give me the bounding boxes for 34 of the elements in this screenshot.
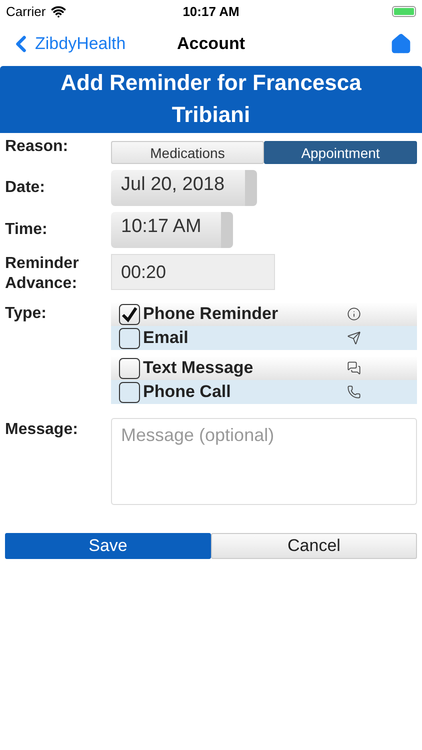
home-icon[interactable] <box>390 33 412 55</box>
send-icon <box>347 331 361 345</box>
field-label: Reason: <box>5 137 70 157</box>
field-label: Reminder Advance: <box>5 254 80 294</box>
option-row[interactable]: Phone Reminder <box>111 302 417 326</box>
field-label: Type: <box>5 304 48 324</box>
battery-icon <box>392 6 416 16</box>
date-picker[interactable]: Jul 20, 2018 <box>111 170 257 206</box>
time-picker[interactable]: 10:17 AM <box>111 212 233 248</box>
chat-icon <box>347 361 361 375</box>
carrier-label: Carrier <box>6 4 46 18</box>
field-label: Message: <box>5 420 79 440</box>
wifi-icon <box>50 4 66 18</box>
cancel-button[interactable]: Cancel <box>211 533 417 559</box>
checkbox[interactable] <box>119 382 140 402</box>
option-row[interactable]: Phone Call <box>111 380 417 404</box>
nav-title: Account <box>177 34 245 54</box>
option-row[interactable]: Text Message <box>111 356 417 380</box>
option-row[interactable]: Email <box>111 326 417 350</box>
form-title: Add Reminder for Francesca Tribiani <box>0 66 422 133</box>
phone-icon <box>347 385 361 399</box>
message-field[interactable]: Message (optional) <box>111 418 417 505</box>
input-field[interactable]: 00:20 <box>111 254 275 290</box>
field-label: Time: <box>5 220 48 240</box>
checkbox[interactable] <box>119 358 140 378</box>
back-button[interactable]: ZibdyHealth <box>8 31 126 57</box>
field-label: Date: <box>5 178 46 198</box>
status-time: 10:17 AM <box>182 4 240 18</box>
checkbox[interactable] <box>119 328 140 348</box>
checkbox[interactable] <box>119 304 140 324</box>
segment-tab[interactable]: Appointment <box>264 141 417 164</box>
segment-tab[interactable]: Medications <box>111 141 264 164</box>
info-icon <box>347 307 361 321</box>
save-button[interactable]: Save <box>5 533 211 559</box>
